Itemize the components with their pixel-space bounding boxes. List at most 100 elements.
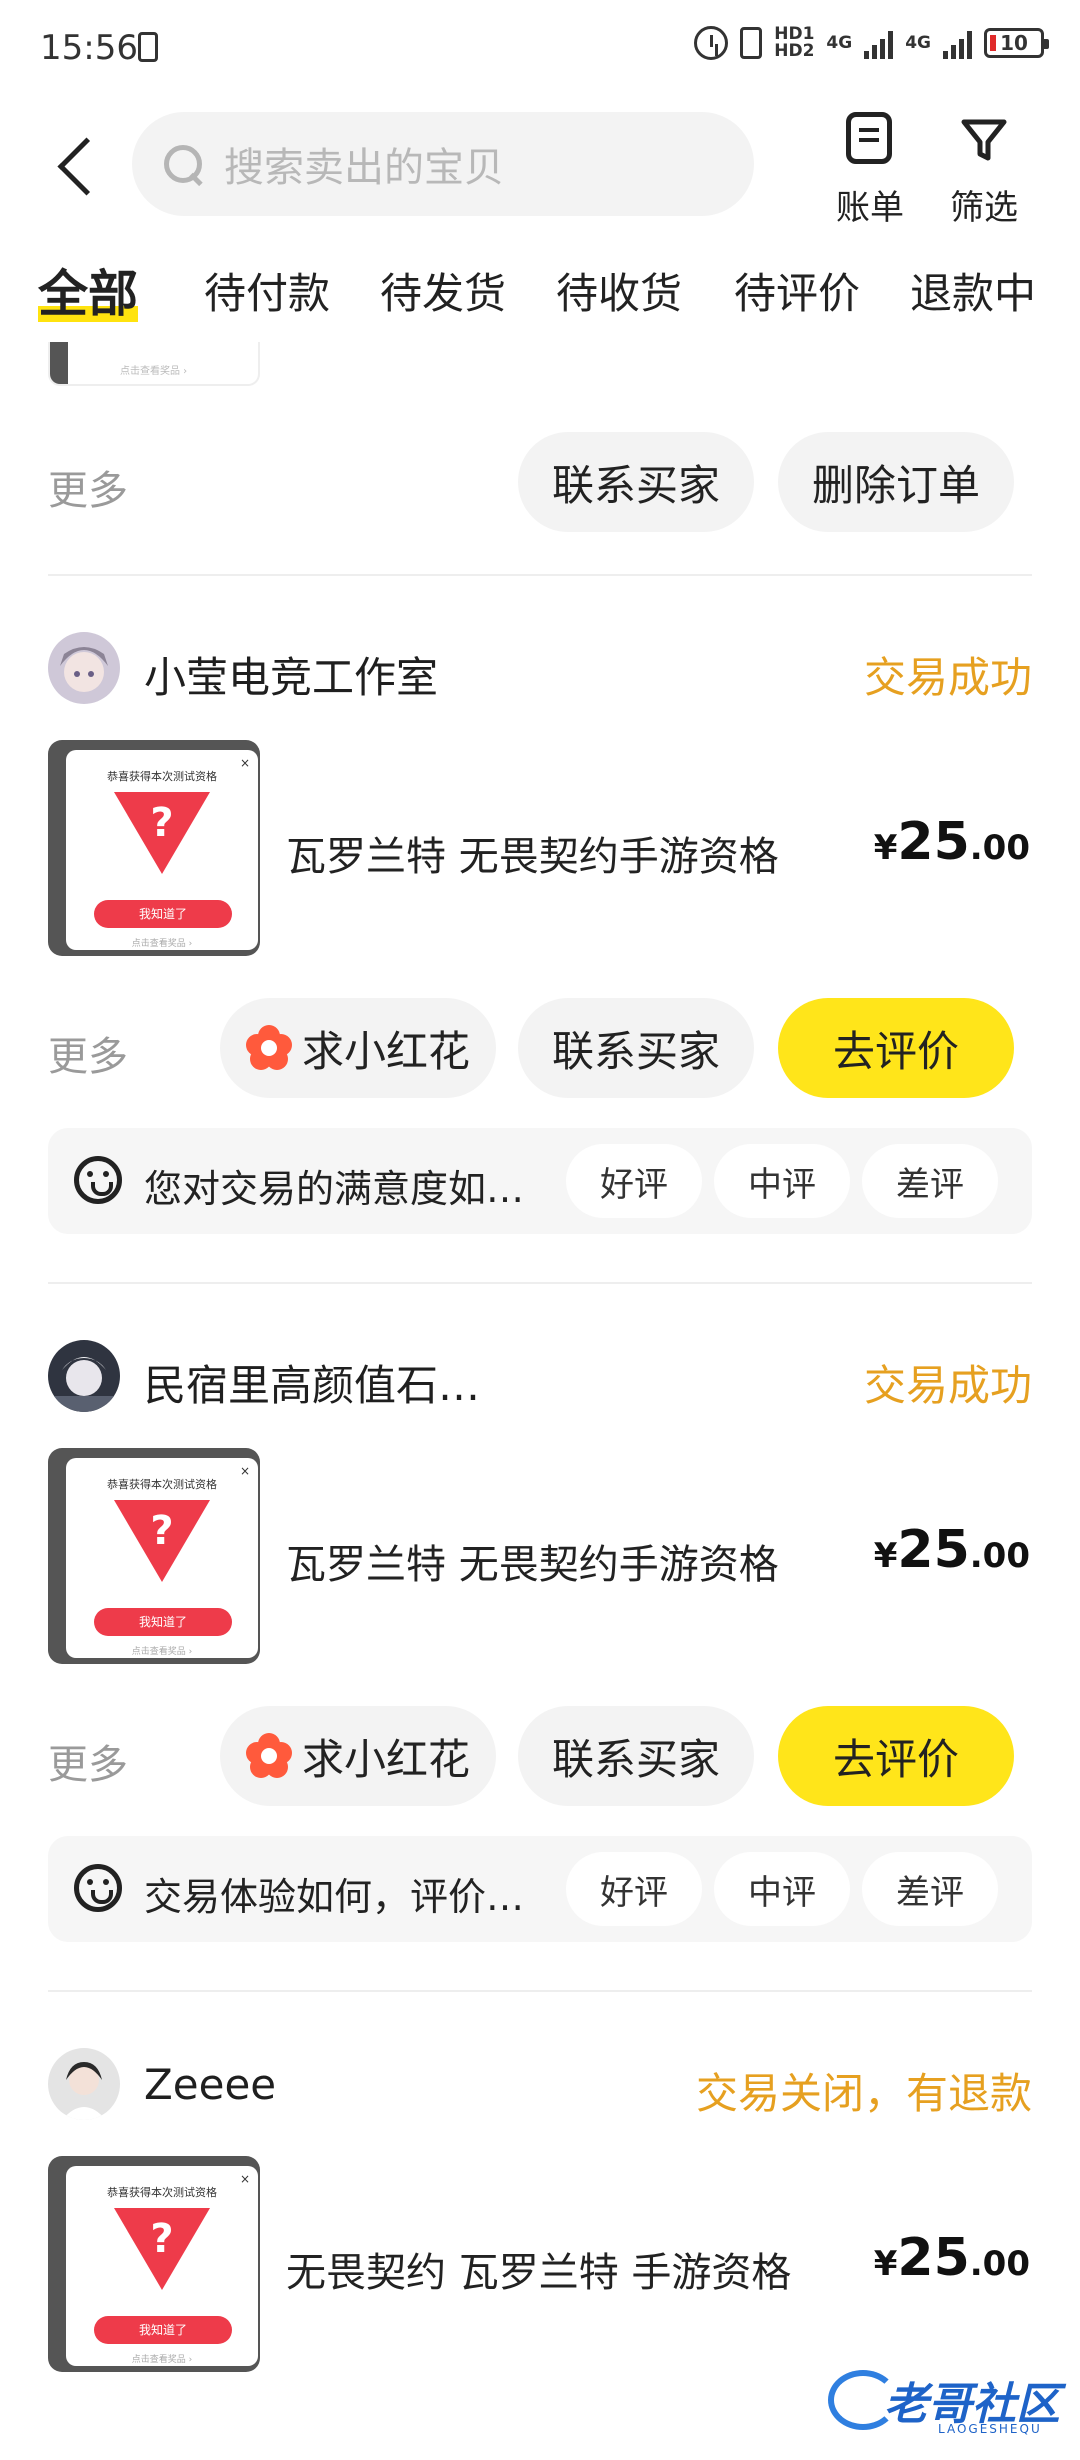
sim-alert-icon — [138, 32, 158, 62]
thumb-footer: 点击查看奖品 › — [131, 939, 193, 949]
review-prompt: 交易体验如何，评价… — [144, 1875, 525, 1919]
status-bar: 15:56 HD1 HD2 4G 4G 10 — [0, 0, 1080, 100]
bill-icon — [846, 112, 892, 164]
partial-product-thumbnail[interactable]: 点击查看奖品 › — [48, 342, 260, 386]
network-label-1: 4G — [826, 32, 853, 53]
thumb-button: 我知道了 — [94, 1608, 232, 1636]
tab-pending-shipment[interactable]: 待发货 — [380, 260, 506, 321]
search-placeholder: 搜索卖出的宝贝 — [224, 145, 504, 191]
review-panel: 您对交易的满意度如… 好评 中评 差评 — [48, 1128, 1032, 1234]
thumb-title: 恭喜获得本次测试资格 — [107, 2186, 217, 2199]
avatar — [48, 1340, 120, 1412]
ask-flower-label: 求小红花 — [301, 1734, 470, 1784]
alarm-icon — [694, 26, 729, 60]
battery-icon: 10 — [984, 28, 1049, 58]
filter-icon — [961, 119, 1007, 161]
order-status: 交易关闭，有退款 — [695, 2069, 1032, 2118]
filter-label: 筛选 — [950, 188, 1018, 228]
avatar — [48, 2048, 120, 2120]
product-title: 无畏契约 瓦罗兰特 手游资格 — [286, 2250, 792, 2296]
thumb-title: 恭喜获得本次测试资格 — [107, 1478, 217, 1491]
network-label-2: 4G — [905, 32, 931, 53]
hd2-label: HD2 — [774, 41, 815, 61]
hd-indicator: HD1 HD2 — [774, 26, 814, 60]
close-icon: × — [239, 756, 250, 770]
ask-flower-label: 求小红花 — [301, 1026, 470, 1076]
thumb-button: 我知道了 — [94, 900, 232, 928]
review-neutral-button[interactable]: 中评 — [714, 1852, 850, 1926]
vibrate-icon — [740, 27, 763, 59]
product-price: ¥25.00 — [873, 2228, 1030, 2288]
partial-thumb-caption: 点击查看奖品 › — [120, 366, 188, 377]
close-icon: × — [239, 1464, 250, 1478]
order-status: 交易成功 — [863, 1361, 1032, 1410]
seller-name: Zeeee — [144, 2060, 277, 2109]
bill-button[interactable]: 账单 — [820, 108, 920, 228]
thumb-footer: 点击查看奖品 › — [131, 1647, 193, 1657]
ask-flower-button[interactable]: 求小红花 — [220, 998, 496, 1098]
thumb-footer: 点击查看奖品 › — [131, 2355, 193, 2365]
signal-icon-2 — [943, 27, 972, 59]
smiley-icon — [74, 1864, 122, 1912]
avatar-image — [48, 2048, 120, 2120]
review-bad-button[interactable]: 差评 — [862, 1852, 998, 1926]
product-title: 瓦罗兰特 无畏契约手游资格 — [286, 834, 779, 880]
order-actions: 更多 求小红花 联系买家 去评价 — [48, 998, 1032, 1098]
order-tabs: 全部 待付款 待发货 待收货 待评价 退款中 — [0, 250, 1080, 340]
order-actions-partial: 更多 联系买家 删除订单 — [48, 432, 1032, 532]
product-price: ¥25.00 — [873, 1520, 1030, 1580]
product-price: ¥25.00 — [873, 812, 1030, 872]
delete-order-button[interactable]: 删除订单 — [778, 432, 1014, 532]
more-button[interactable]: 更多 — [48, 1024, 128, 1082]
tab-pending-review[interactable]: 待评价 — [734, 260, 860, 321]
divider — [48, 1282, 1032, 1284]
product-title: 瓦罗兰特 无畏契约手游资格 — [286, 1542, 779, 1588]
seller-name: 民宿里高颜值石… — [144, 1361, 481, 1410]
status-icons: HD1 HD2 4G 4G 10 — [694, 26, 1049, 60]
tab-refunding[interactable]: 退款中 — [910, 260, 1036, 321]
review-panel: 交易体验如何，评价… 好评 中评 差评 — [48, 1836, 1032, 1942]
seller-name: 小莹电竞工作室 — [144, 653, 439, 702]
product-row[interactable]: 恭喜获得本次测试资格 × ? 我知道了 点击查看奖品 › 瓦罗兰特 无畏契约手游… — [48, 740, 1032, 956]
product-thumbnail: 恭喜获得本次测试资格 × ? 我知道了 点击查看奖品 › — [48, 740, 260, 956]
ask-flower-button[interactable]: 求小红花 — [220, 1706, 496, 1806]
back-button[interactable] — [48, 126, 108, 206]
tab-pending-receipt[interactable]: 待收货 — [556, 260, 682, 321]
thumb-mark: ? — [150, 2216, 174, 2262]
divider — [48, 1990, 1032, 1992]
battery-level: 10 — [1000, 31, 1028, 55]
more-button[interactable]: 更多 — [48, 1732, 128, 1790]
tab-all[interactable]: 全部 — [38, 254, 138, 326]
contact-buyer-button[interactable]: 联系买家 — [518, 432, 754, 532]
flower-icon — [245, 1025, 292, 1071]
seller-row[interactable]: Zeeee 交易关闭，有退款 — [48, 2048, 1032, 2128]
avatar-image — [48, 632, 120, 704]
contact-buyer-button[interactable]: 联系买家 — [518, 1706, 754, 1806]
seller-row[interactable]: 小莹电竞工作室 交易成功 — [48, 632, 1032, 712]
thumb-mark: ? — [150, 1508, 174, 1554]
review-neutral-button[interactable]: 中评 — [714, 1144, 850, 1218]
review-good-button[interactable]: 好评 — [566, 1852, 702, 1926]
thumb-button: 我知道了 — [94, 2316, 232, 2344]
review-good-button[interactable]: 好评 — [566, 1144, 702, 1218]
go-review-button[interactable]: 去评价 — [778, 998, 1014, 1098]
more-button[interactable]: 更多 — [48, 458, 128, 516]
order-actions: 更多 求小红花 联系买家 去评价 — [48, 1706, 1032, 1806]
divider — [48, 574, 1032, 576]
search-input[interactable]: 搜索卖出的宝贝 — [132, 112, 754, 216]
product-row[interactable]: 恭喜获得本次测试资格 × ? 我知道了 点击查看奖品 › 瓦罗兰特 无畏契约手游… — [48, 1448, 1032, 1664]
review-prompt: 您对交易的满意度如… — [144, 1167, 525, 1211]
bill-label: 账单 — [836, 188, 904, 228]
filter-button[interactable]: 筛选 — [934, 108, 1034, 228]
go-review-button[interactable]: 去评价 — [778, 1706, 1014, 1806]
status-time: 15:56 — [40, 28, 138, 68]
seller-row[interactable]: 民宿里高颜值石… 交易成功 — [48, 1340, 1032, 1420]
avatar-image — [48, 1340, 120, 1412]
close-icon: × — [239, 2172, 250, 2186]
tab-pending-payment[interactable]: 待付款 — [204, 260, 330, 321]
watermark-subtext: LAOGESHEQU — [938, 2422, 1042, 2436]
review-bad-button[interactable]: 差评 — [862, 1144, 998, 1218]
contact-buyer-button[interactable]: 联系买家 — [518, 998, 754, 1098]
search-icon — [162, 143, 204, 185]
product-row[interactable]: 恭喜获得本次测试资格 × ? 我知道了 点击查看奖品 › 无畏契约 瓦罗兰特 手… — [48, 2156, 1032, 2372]
